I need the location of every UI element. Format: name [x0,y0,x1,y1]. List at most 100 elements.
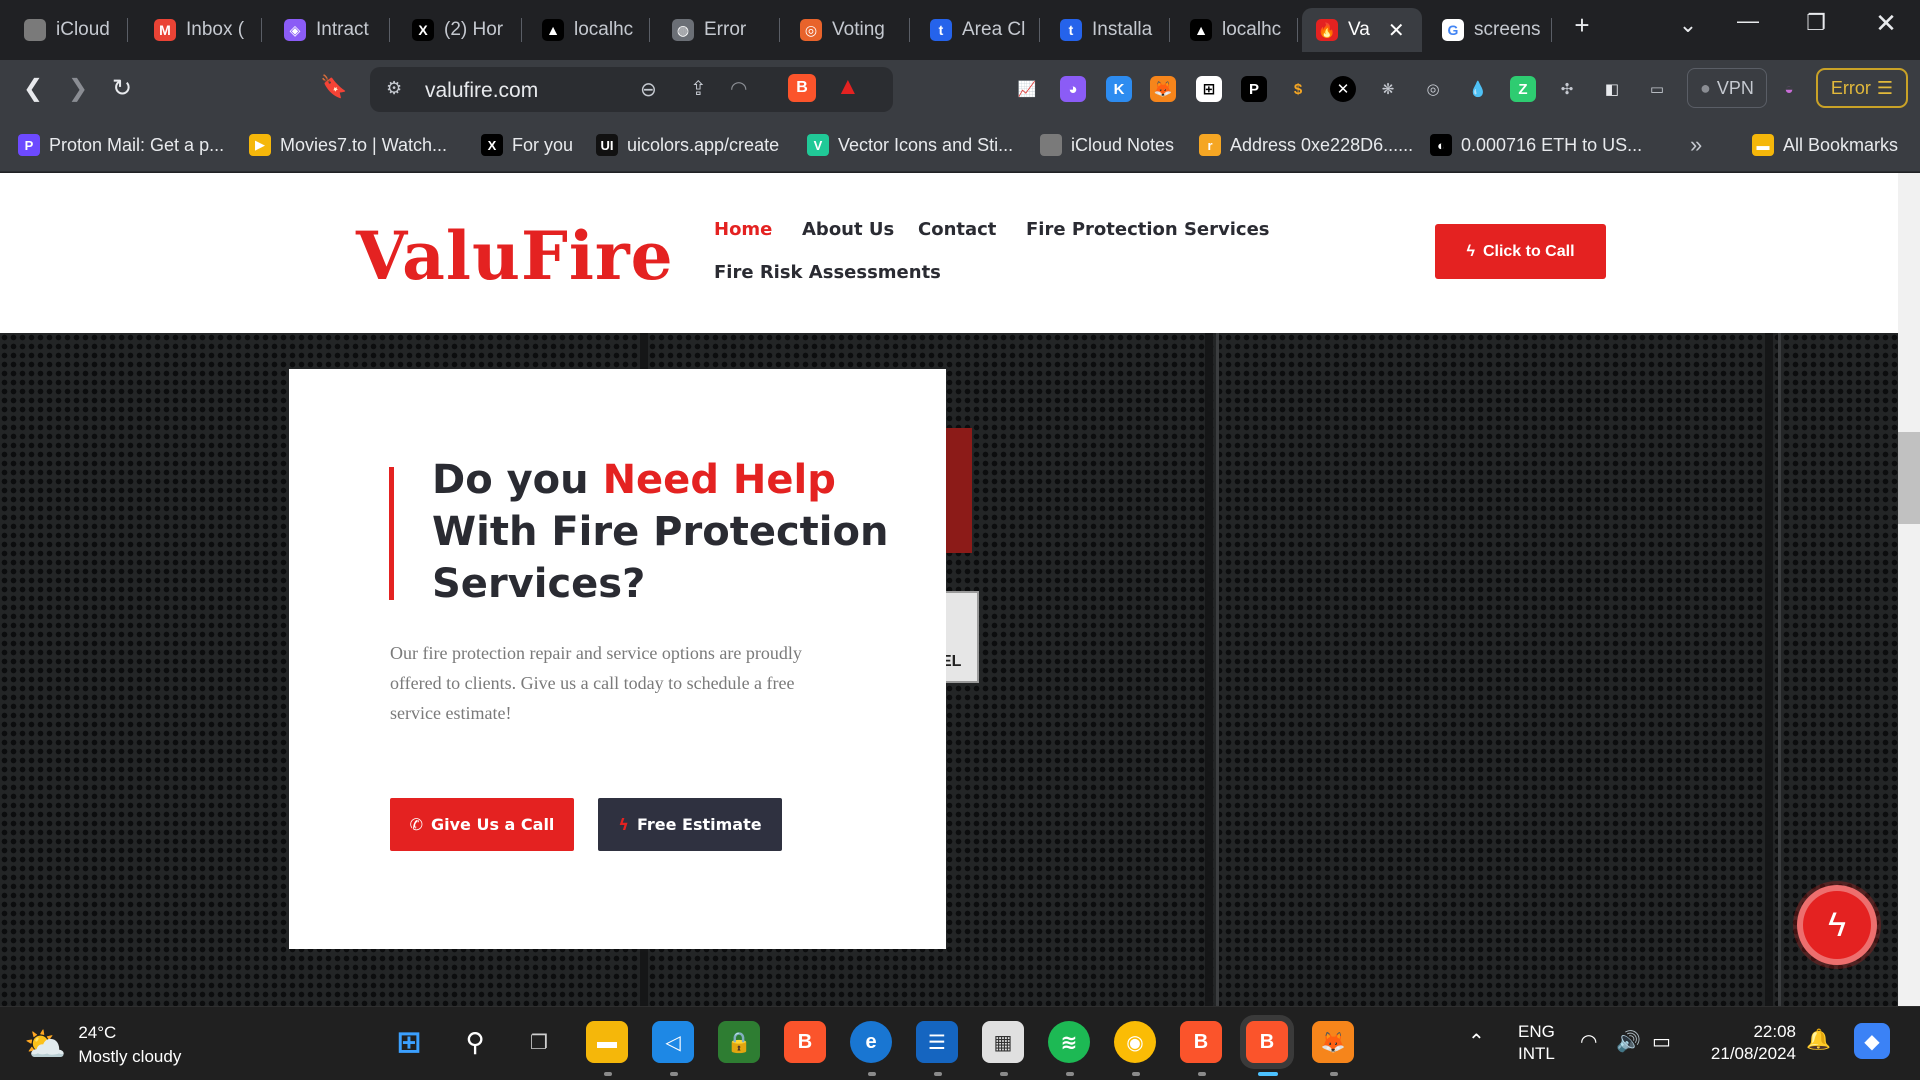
address-bar[interactable]: ⚙ valufire.com ⊖ ⇪ ◠ B ▲ [370,67,893,112]
zoom-icon[interactable]: ⊖ [640,77,657,102]
sidebar-toggle-icon[interactable]: ◧ [1599,76,1625,102]
bookmark-icon[interactable]: 🔖 [316,74,352,100]
free-estimate-button[interactable]: ϟ Free Estimate [598,798,782,851]
windows-start-icon[interactable]: ⊞ [388,1021,430,1063]
weather-widget[interactable]: ⛅ 24°C Mostly cloudy [24,1021,181,1069]
extension-okx-icon[interactable]: ⊞ [1196,76,1222,102]
notification-bell-icon[interactable]: 🔔 [1806,1027,1831,1052]
brave-icon[interactable]: B [784,1021,826,1063]
all-bookmarks-folder[interactable]: ▬ All Bookmarks [1752,132,1898,158]
nav-home[interactable]: Home [714,219,772,240]
site-settings-icon[interactable]: ⚙ [386,78,402,99]
vscode-icon[interactable]: ◁ [652,1021,694,1063]
browser-tab[interactable]: 🔥 Va ✕ [1302,8,1422,52]
brave-profile-icon[interactable]: B [1180,1021,1222,1063]
bookmark-item[interactable]: UI uicolors.app/create [596,132,779,158]
browser-tab[interactable]: t Installa [1046,8,1170,52]
back-icon[interactable]: ❮ [15,74,51,103]
bookmark-item[interactable]: r Address 0xe228D6...... [1199,132,1413,158]
browser-tab[interactable]: t Area Cl [916,8,1040,52]
url-text[interactable]: valufire.com [425,79,538,103]
bookmark-item[interactable]: P Proton Mail: Get a p... [18,132,224,158]
browser-tab[interactable]: Gscreens [1428,8,1552,52]
extension-flower-icon[interactable]: ❋ [1375,76,1401,102]
bookmark-item[interactable]: X For you [481,132,573,158]
page-scrollbar[interactable] [1898,173,1920,1006]
browser-tab[interactable]: M Inbox ( [140,8,262,52]
vpn-status-icon: ● [1700,77,1711,98]
chrome-icon[interactable]: ◉ [1114,1021,1156,1063]
nav-fire-risk-assessments[interactable]: Fire Risk Assessments [714,262,941,283]
extensions-puzzle-icon[interactable]: ✣ [1554,76,1580,102]
copilot-icon[interactable]: ◆ [1854,1023,1890,1059]
file-explorer-icon[interactable]: ▬ [586,1021,628,1063]
bookmark-label: Movies7.to | Watch... [280,134,448,155]
close-window-button[interactable]: ✕ [1866,8,1906,39]
browser-tab[interactable]: iCloud [10,8,128,52]
site-logo[interactable]: ValuFire [356,217,674,295]
browser-tab[interactable]: ◍ Error [658,8,780,52]
extension-p-icon[interactable]: P [1241,76,1267,102]
nav-contact[interactable]: Contact [918,219,996,240]
bookmark-item[interactable]: iCloud Notes [1040,132,1174,158]
spotify-icon[interactable]: ≋ [1048,1021,1090,1063]
wifi-icon[interactable]: ◠ [1580,1029,1597,1054]
reload-icon[interactable]: ↻ [104,74,140,103]
bookmark-favicon-icon: UI [596,134,618,156]
nav-about-us[interactable]: About Us [802,219,894,240]
click-to-call-button[interactable]: ϟ Click to Call [1435,224,1606,279]
extension-s-icon[interactable]: $ [1285,76,1311,102]
extension-ghost-icon[interactable]: ◕ [1060,76,1086,102]
extension-metamask-icon[interactable]: 🦊 [1150,76,1176,102]
hero-section: EL [0,333,1898,1006]
close-tab-icon[interactable]: ✕ [1388,18,1405,43]
browser-tab[interactable]: X (2) Hor [398,8,522,52]
battery-icon[interactable]: ▭ [1652,1029,1671,1054]
extension-target-icon[interactable]: ◎ [1420,76,1446,102]
more-bookmarks-button[interactable]: » [1690,132,1702,158]
bookmark-item[interactable]: ▶ Movies7.to | Watch... [249,132,447,158]
brave-shields-icon[interactable]: B [788,74,816,102]
minimize-button[interactable]: — [1728,8,1768,34]
brave-rewards-icon[interactable]: ▲ [836,73,860,101]
vpn-button[interactable]: ● VPN [1687,68,1767,108]
tab-search-icon[interactable]: ⌄ [1668,12,1708,38]
edge-icon[interactable]: e [850,1021,892,1063]
forward-icon[interactable]: ❯ [60,74,96,103]
restore-button[interactable]: ❐ [1796,10,1836,36]
extension-k-icon[interactable]: K [1106,76,1132,102]
extension-chart-icon[interactable]: 📈 [1014,76,1040,102]
brave-active-icon[interactable]: B [1246,1021,1288,1063]
browser-tab[interactable]: ▲ localhc [1176,8,1298,52]
scrollbar-thumb[interactable] [1898,432,1920,524]
bookmark-item[interactable]: V Vector Icons and Sti... [807,132,1013,158]
extension-green-icon[interactable]: Z [1510,76,1536,102]
error-label: Error [1830,77,1871,98]
new-tab-button[interactable]: + [1562,10,1602,41]
notepad-icon[interactable]: ☰ [916,1021,958,1063]
extension-x-icon[interactable]: ✕ [1330,76,1356,102]
store-icon[interactable]: ▦ [982,1021,1024,1063]
vpn-lock-icon[interactable]: 🔒 [718,1021,760,1063]
give-us-a-call-button[interactable]: ✆ Give Us a Call [390,798,574,851]
metamask-icon[interactable]: 🦊 [1312,1021,1354,1063]
language-indicator[interactable]: ENG INTL [1518,1021,1555,1065]
tray-overflow-icon[interactable]: ⌃ [1468,1029,1485,1054]
extension-drop-icon[interactable]: 💧 [1465,76,1491,102]
browser-tab[interactable]: ◈ Intract [270,8,390,52]
search-icon[interactable]: ⚲ [454,1021,496,1063]
share-icon[interactable]: ⇪ [690,76,707,101]
error-menu-button[interactable]: Error ☰ [1816,68,1908,108]
nav-fire-protection-services[interactable]: Fire Protection Services [1026,219,1270,240]
bookmark-item[interactable]: ◐ 0.000716 ETH to US... [1430,132,1642,158]
task-view-icon[interactable]: ❐ [518,1021,560,1063]
leo-ai-icon[interactable]: ◒ [1776,76,1802,102]
valufire-icon: 🔥 [1316,19,1338,41]
floating-call-button[interactable]: ϟ [1797,885,1877,965]
wallet-icon[interactable]: ▭ [1644,76,1670,102]
clock[interactable]: 22:08 21/08/2024 [1700,1021,1796,1065]
rss-icon[interactable]: ◠ [730,76,747,101]
volume-icon[interactable]: 🔊 [1616,1029,1641,1054]
browser-tab[interactable]: ◎ Voting [786,8,910,52]
browser-tab[interactable]: ▲ localhc [528,8,650,52]
